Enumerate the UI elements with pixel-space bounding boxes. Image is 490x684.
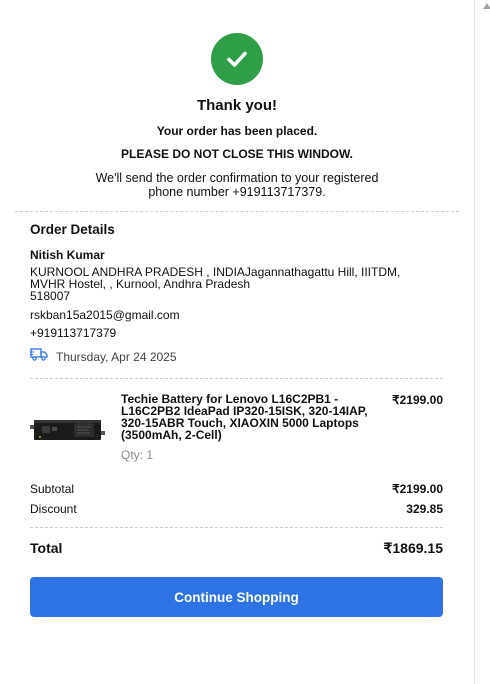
do-not-close-warning: PLEASE DO NOT CLOSE THIS WINDOW. bbox=[120, 147, 353, 161]
order-details-heading: Order Details bbox=[30, 222, 115, 237]
product-title-line: (3500mAh, 2-Cell) bbox=[121, 428, 222, 442]
success-check-icon bbox=[211, 33, 263, 85]
section-divider bbox=[30, 527, 443, 528]
product-title[interactable]: Techie Battery for Lenovo L16C2PB1 - L16… bbox=[121, 393, 383, 441]
discount-label: Discount bbox=[30, 502, 77, 516]
address-line: MVHR Hostel, , Kurnool, Andhra Pradesh bbox=[30, 277, 251, 291]
scroll-up-arrow-icon[interactable] bbox=[483, 3, 490, 9]
confirmation-message: We'll send the order confirmation to you… bbox=[0, 171, 474, 199]
total-value: ₹1869.15 bbox=[383, 540, 443, 556]
thank-you-title: Thank you! bbox=[196, 97, 277, 114]
item-price: ₹2199.00 bbox=[391, 393, 443, 407]
continue-shopping-button[interactable]: Continue Shopping bbox=[30, 577, 443, 617]
section-divider bbox=[30, 378, 443, 379]
order-confirmation-panel: Thank you! Your order has been placed. P… bbox=[0, 0, 474, 684]
discount-value: 329.85 bbox=[406, 502, 443, 516]
scrollbar[interactable] bbox=[474, 0, 490, 684]
subtotal-label: Subtotal bbox=[30, 482, 75, 496]
total-label: Total bbox=[30, 540, 63, 556]
delivery-date: Thursday, Apr 24 2025 bbox=[56, 349, 177, 364]
delivery-estimate: Thursday, Apr 24 2025 bbox=[30, 347, 177, 366]
confirmation-line: phone number +919113717379. bbox=[148, 185, 326, 199]
subtotal-value: ₹2199.00 bbox=[391, 482, 443, 496]
item-quantity: Qty: 1 bbox=[121, 448, 154, 462]
customer-phone: +919113717379 bbox=[30, 326, 117, 340]
customer-email: rskban15a2015@gmail.com bbox=[30, 308, 180, 322]
confirmation-line: We'll send the order confirmation to you… bbox=[95, 171, 379, 185]
truck-icon bbox=[30, 347, 48, 366]
shipping-address: KURNOOL ANDHRA PRADESH , INDIAJagannatha… bbox=[30, 266, 430, 302]
customer-name: Nitish Kumar bbox=[30, 248, 105, 262]
order-placed-text: Your order has been placed. bbox=[156, 124, 318, 138]
product-image bbox=[30, 407, 105, 449]
section-divider bbox=[15, 211, 459, 212]
address-line: 518007 bbox=[30, 289, 71, 303]
